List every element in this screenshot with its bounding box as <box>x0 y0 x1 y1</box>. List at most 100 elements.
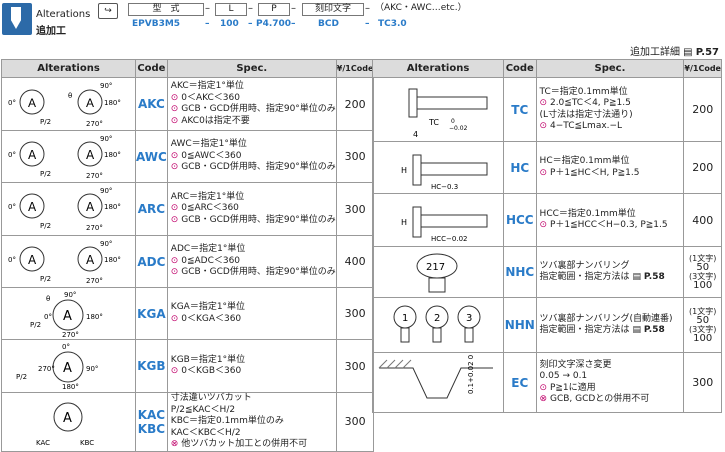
row-spec: ARC＝指定1°単位 ⊙ 0≦ARC＜360 ⊙ GCB・GCD併用時、指定90… <box>166 182 337 236</box>
svg-text:90°: 90° <box>100 240 112 248</box>
svg-text:P/2: P/2 <box>16 373 27 381</box>
row-spec: HCC＝指定0.1mm単位 ⊙ P＋1≦HCC＜H−0.3, P≧1.5 <box>535 193 685 247</box>
svg-text:TC: TC <box>428 118 439 127</box>
svg-text:90°: 90° <box>100 82 112 90</box>
spec-line: P＋1≦HCC＜H−0.3, P≧1.5 <box>549 220 668 230</box>
book-icon: ▤ <box>683 47 693 58</box>
check-icon: ⊙ <box>170 313 179 324</box>
spec-line: KBC＝指定0.1mm単位のみ <box>170 416 284 426</box>
check-icon: ⊙ <box>170 366 179 376</box>
row-code: HC <box>503 141 537 194</box>
table-row: 1 2 3 NHN ツバ裏部ナンバリング(自動連番) 指定範囲・指定方法は ▤ … <box>372 297 722 353</box>
kgb-drawing: A 0° 90° 180° 270° P/2 <box>16 343 98 391</box>
check-icon: ⊙ <box>170 203 179 214</box>
row-price: (1文字) 50 (3文字) 100 <box>683 246 722 298</box>
check-icon: ⊙ <box>539 98 548 108</box>
book-icon: ▤ <box>632 272 641 282</box>
row-spec: ツバ裏部ナンバリング(自動連番) 指定範囲・指定方法は ▤ P.58 <box>535 297 685 353</box>
spec-line: 0≦ARC＜360 <box>181 203 239 214</box>
field-type: 型 式 <box>128 3 204 16</box>
field-engrave: 刻印文字 <box>302 3 364 16</box>
dash: – <box>365 3 370 14</box>
check-icon: ⊙ <box>539 382 548 393</box>
nhn-drawing: 1 2 3 <box>393 305 481 342</box>
svg-text:θ: θ <box>68 92 72 100</box>
svg-text:KAC: KAC <box>36 439 50 447</box>
spec-line: TC＝指定0.1mm単位 <box>539 86 628 97</box>
svg-text:H: H <box>401 166 407 175</box>
col-header-alterations: Alterations <box>1 59 136 78</box>
detail-link[interactable]: 追加工詳細 ▤ P.57 <box>630 43 719 58</box>
ec-diagram: 0.1+0.02 0 <box>372 352 504 413</box>
spec-page[interactable]: P.58 <box>644 272 665 282</box>
spec-line: AKC0は指定不要 <box>181 115 250 126</box>
price-value: 50 <box>696 262 710 273</box>
svg-text:A: A <box>86 148 95 162</box>
svg-text:90°: 90° <box>64 291 76 299</box>
field-p: P <box>258 3 290 16</box>
svg-text:A: A <box>86 253 95 267</box>
svg-text:0°: 0° <box>62 343 70 351</box>
spec-line: P/2≦KAC＜H/2 <box>170 404 236 415</box>
row-price: 200 <box>683 77 722 142</box>
table-row: A 0° 90° 180° 270° P/2 KGB KGB＝指定1°単位 ⊙ 0＜K… <box>1 339 375 393</box>
table-row: A A 0° 90° 180° 270° P/2 θ AKC AKC＝指定1°単位 ⊙ … <box>1 77 375 131</box>
table-row: H HC−0.3 HC HC＝指定0.1mm単位 ⊙ P＋1≦HC＜H, P≧1.… <box>372 141 722 194</box>
svg-text:A: A <box>86 200 95 214</box>
table-row: TC 0 −0.02 4 TC TC＝指定0.1mm単位 ⊙ 2.0≦TC＜4, P… <box>372 77 722 142</box>
table-row: 0.1+0.02 0 EC 刻印文字深さ変更 0.05 → 0.1 ⊙ P≧1に… <box>372 352 722 413</box>
spec-line: AWC＝指定1°単位 <box>170 139 247 150</box>
table-row: 217 NHC ツバ裏部ナンバリング 指定範囲・指定方法は ▤ P.58 (1文… <box>372 246 722 298</box>
svg-text:270°: 270° <box>62 331 79 339</box>
sample-number: 1 <box>402 313 408 324</box>
row-price: 400 <box>335 235 375 288</box>
spec-line: 0≦AWC＜360 <box>181 150 242 161</box>
spec-line: 4−TC≦Lmax.−L <box>549 121 623 131</box>
price-value: 50 <box>696 315 710 326</box>
svg-text:180°: 180° <box>86 313 103 321</box>
svg-text:A: A <box>86 96 94 110</box>
check-icon: ⊙ <box>170 255 179 266</box>
hc-drawing: H HC−0.3 <box>401 154 488 191</box>
table-row: A KAC KBC KAC KBC 寸法違いツバカット P/2≦KAC＜H/2 K… <box>1 392 375 452</box>
spec-line: 指定範囲・指定方法は <box>539 325 630 335</box>
table-row: A 90° 180° 270° 0° P/2 θ KGA KGA＝指定1°単位 ⊙ 0＜… <box>1 287 375 340</box>
spec-line: GCB・GCD併用時、指定90°単位のみ <box>181 267 336 278</box>
row-code: HCC <box>503 193 537 247</box>
nhc-diagram: 217 <box>372 246 504 298</box>
svg-text:0°: 0° <box>8 256 16 264</box>
value-l: 100 <box>220 19 239 29</box>
awc-drawing: A A 0° 90° 180° 270° P/2 <box>8 135 121 180</box>
col-header-price: ¥/1Code <box>683 59 722 78</box>
dash: – <box>205 3 210 14</box>
svg-text:P/2: P/2 <box>30 321 41 329</box>
spec-line: GCB・GCD併用時、指定90°単位のみ <box>181 162 336 173</box>
dash: – <box>291 19 296 29</box>
row-spec: AWC＝指定1°単位 ⊙ 0≦AWC＜360 ⊙ GCB・GCD併用時、指定90… <box>166 130 337 183</box>
row-price: 400 <box>683 193 722 247</box>
col-header-code: Code <box>135 59 168 78</box>
field-l: L <box>215 3 247 16</box>
row-code: NHN <box>503 297 537 353</box>
nhn-diagram: 1 2 3 <box>372 297 504 353</box>
check-icon: ⊙ <box>170 104 179 114</box>
row-price: (1文字) 50 (3文字) 100 <box>683 297 722 353</box>
check-icon: ⊙ <box>170 92 179 103</box>
sample-number: 217 <box>426 262 445 273</box>
tc-drawing: TC 0−0.02 4 <box>408 88 488 139</box>
spec-line: 0＜AKC＜360 <box>181 92 240 103</box>
svg-text:A: A <box>28 96 36 110</box>
row-code: ADC <box>135 235 168 288</box>
spec-line: 2.0≦TC＜4, P≧1.5 <box>549 98 631 108</box>
col-header-price: ¥/1Code <box>335 59 375 78</box>
check-icon: ⊙ <box>170 150 179 161</box>
svg-text:0°: 0° <box>8 99 16 107</box>
dash: – <box>248 19 253 29</box>
row-spec: KGA＝指定1°単位 ⊙ 0＜KGA＜360 <box>166 287 337 340</box>
spec-line: ARC＝指定1°単位 <box>170 191 245 202</box>
spec-line: 0≦ADC＜360 <box>181 255 241 266</box>
svg-text:HCC−0.02: HCC−0.02 <box>431 235 468 243</box>
table-row: A A 0° 90° 180° 270° P/2 ADC ADC＝指定1°単位 ⊙ 0… <box>1 235 375 288</box>
spec-line: AKC＝指定1°単位 <box>170 81 244 91</box>
spec-page[interactable]: P.58 <box>644 325 665 335</box>
